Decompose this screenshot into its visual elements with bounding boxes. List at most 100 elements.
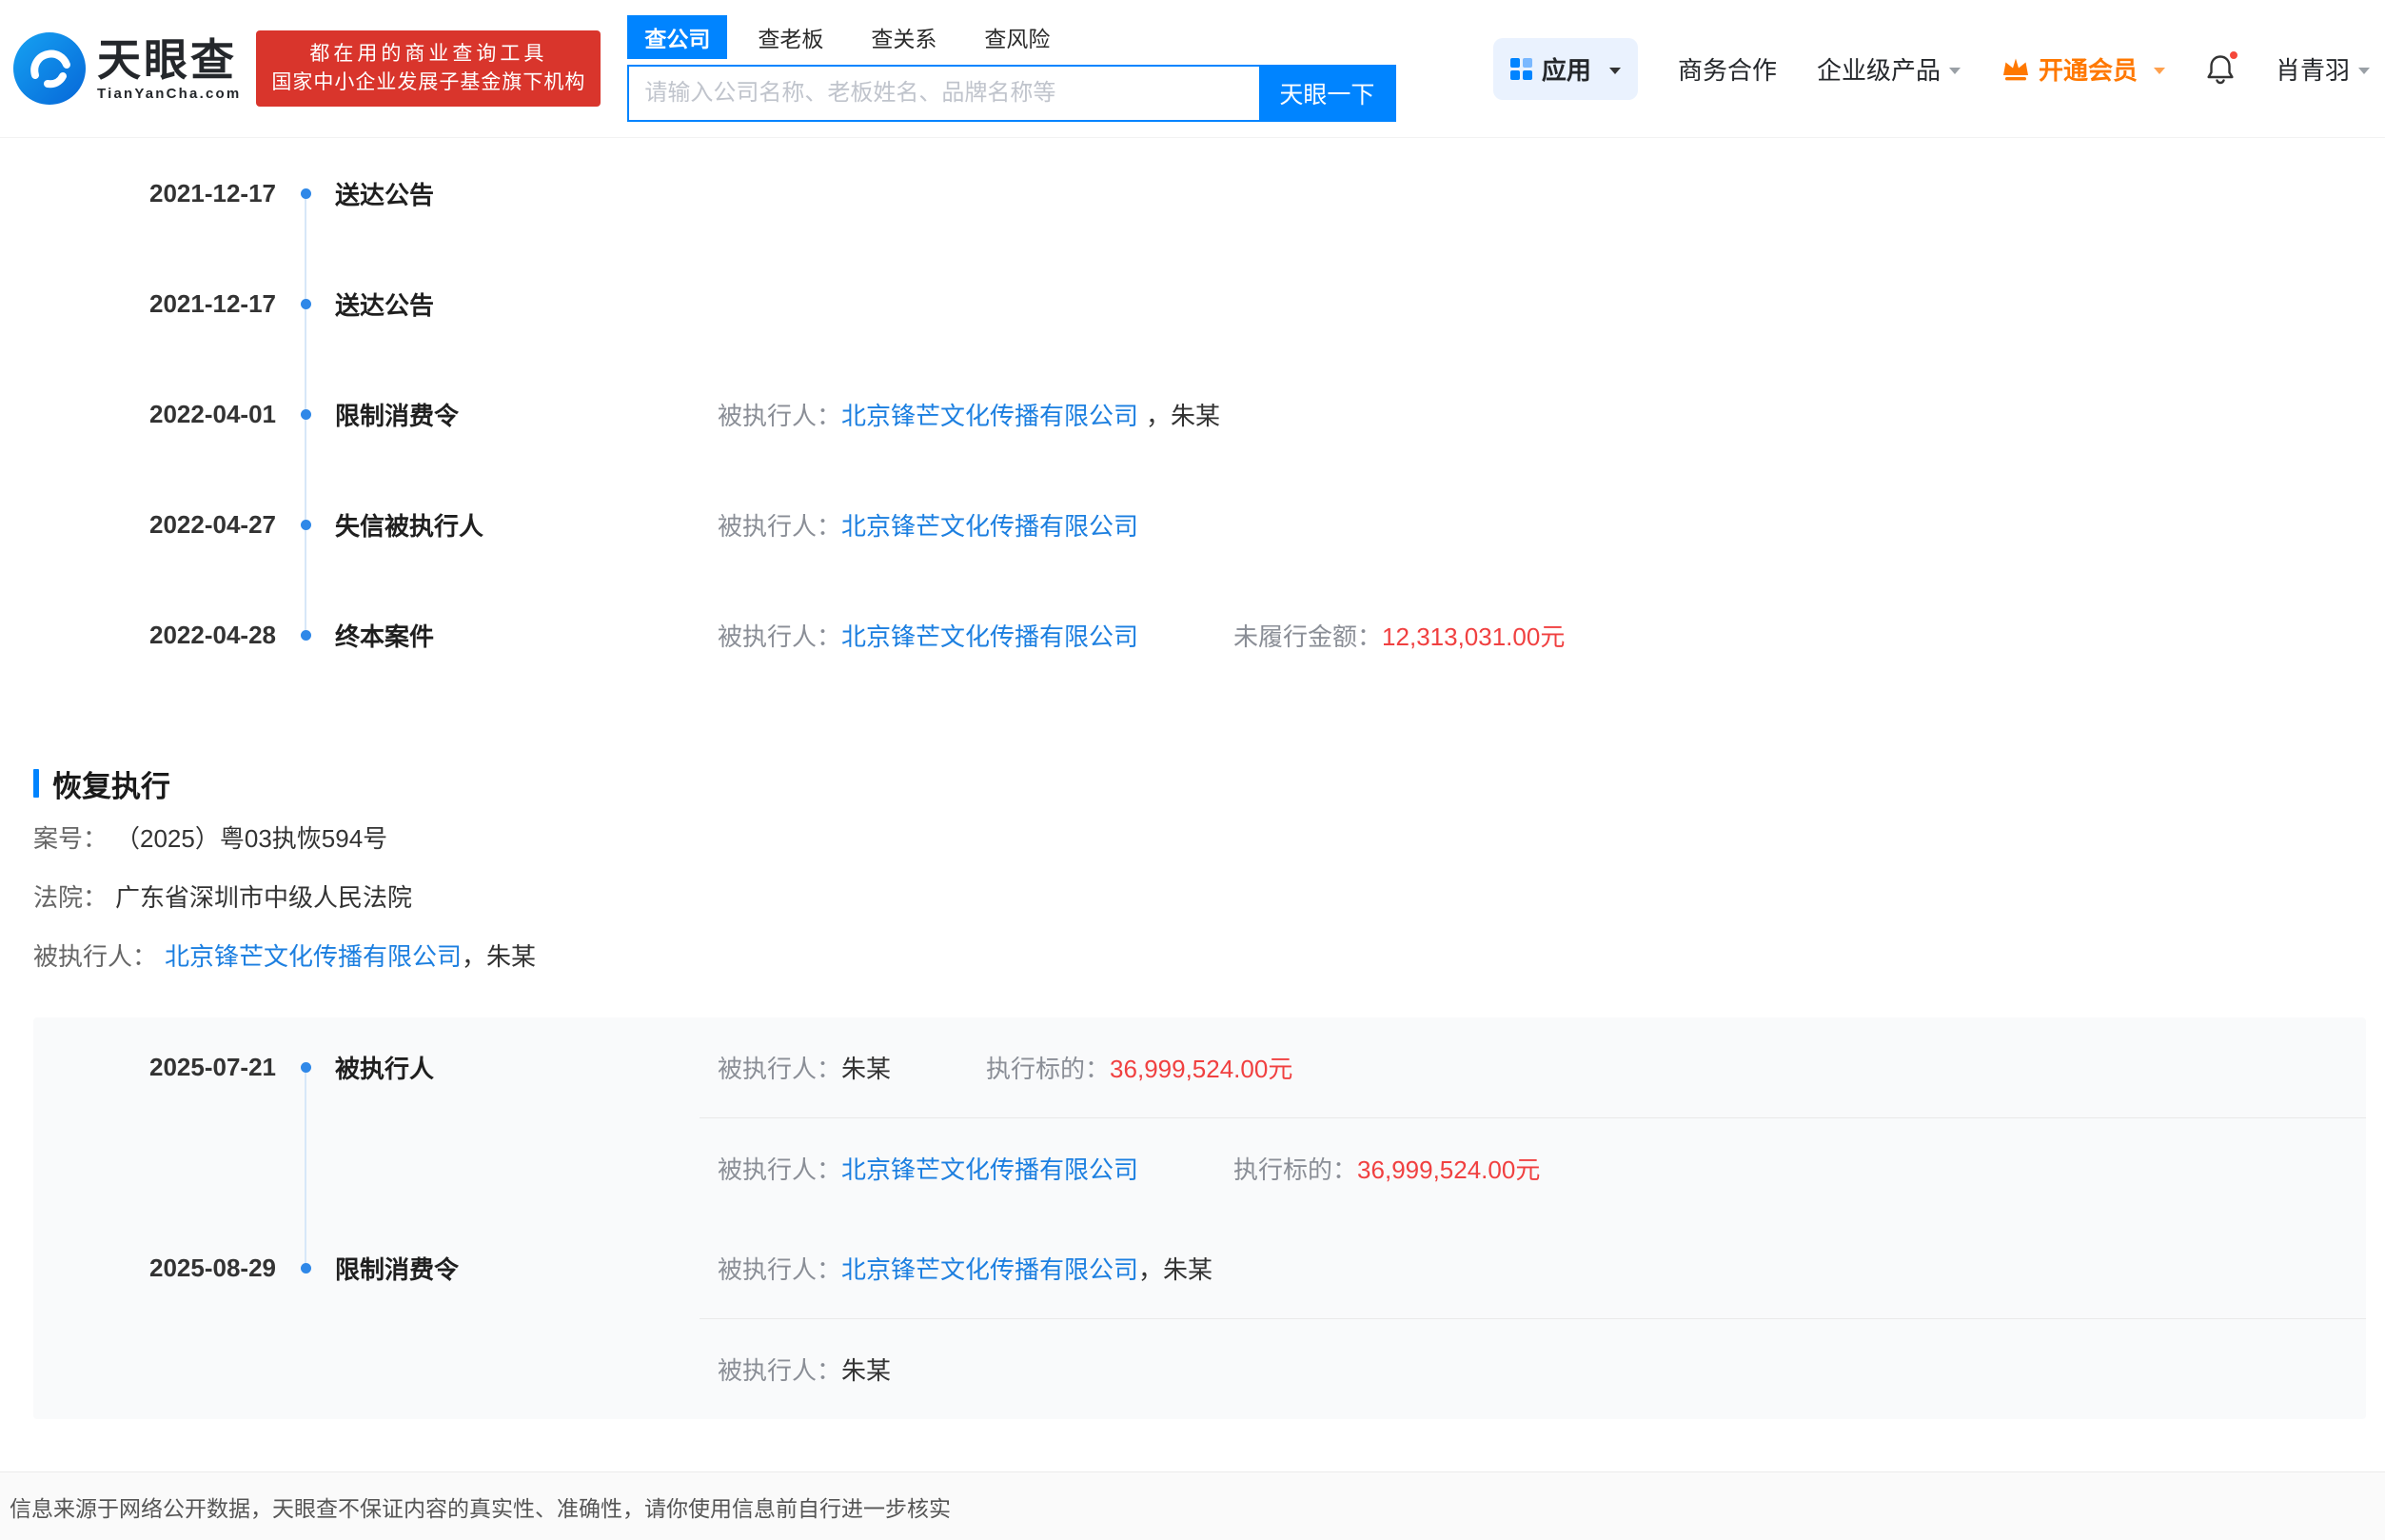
event-content: 被执行人： 北京锋芒文化传播有限公司 未履行金额： 12,313,031.00元 xyxy=(718,618,2366,653)
notification-dot xyxy=(2228,49,2239,61)
tab-search-company[interactable]: 查公司 xyxy=(627,15,727,59)
chevron-down-icon xyxy=(1949,68,1961,74)
apps-menu-button[interactable]: 应用 xyxy=(1493,38,1638,100)
search-area: 查公司 查老板 查关系 查风险 天眼一下 xyxy=(627,15,1396,122)
tab-search-relation[interactable]: 查关系 xyxy=(871,15,936,59)
court-line: 法院： 广东省深圳市中级人民法院 xyxy=(33,879,2366,917)
chevron-down-icon xyxy=(2358,68,2370,74)
nav-enterprise-products[interactable]: 企业级产品 xyxy=(1817,51,1961,87)
section-title-resume-execution: 恢复执行 xyxy=(33,768,2366,799)
executed-person-label: 被执行人： xyxy=(718,1151,841,1186)
disclaimer-text: 信息来源于网络公开数据，天眼查不保证内容的真实性、准确性，请你使用信息前自行进一… xyxy=(10,1491,951,1523)
event-date: 2022-04-01 xyxy=(33,400,276,429)
user-menu[interactable]: 肖青羽 xyxy=(2276,51,2370,87)
timeline-dot-icon xyxy=(301,299,311,309)
search-input[interactable] xyxy=(629,67,1259,120)
brand-domain: TianYanCha.com xyxy=(97,86,241,102)
timeline-dot-icon xyxy=(301,630,311,641)
timeline-subrow: 被执行人： 北京锋芒文化传播有限公司 执行标的： 36,999,524.00元 xyxy=(33,1118,2366,1218)
chevron-down-icon xyxy=(2154,68,2165,74)
execution-history-timeline: 2021-12-17 送达公告 2021-12-17 送达公告 2022-04-… xyxy=(33,138,2366,690)
notification-bell-button[interactable] xyxy=(2205,52,2236,85)
event-date: 2025-08-29 xyxy=(33,1254,276,1283)
timeline-dot-icon xyxy=(301,188,311,199)
search-bar: 天眼一下 xyxy=(627,65,1396,122)
executed-person-label: 被执行人： xyxy=(33,938,157,976)
event-content: 被执行人： 北京锋芒文化传播有限公司 ，朱某 xyxy=(718,1251,2366,1286)
event-date: 2021-12-17 xyxy=(33,179,276,208)
event-content: 被执行人： 北京锋芒文化传播有限公司 xyxy=(718,507,2366,543)
event-date: 2022-04-27 xyxy=(33,510,276,540)
case-number-label: 案号： xyxy=(33,819,108,858)
event-title: 送达公告 xyxy=(335,176,718,211)
executed-person-label: 被执行人： xyxy=(718,507,841,543)
timeline-dot-icon xyxy=(301,520,311,530)
event-content: 被执行人： 北京锋芒文化传播有限公司 执行标的： 36,999,524.00元 xyxy=(718,1151,2366,1186)
slogan-line-1: 都在用的商业查询工具 xyxy=(271,40,585,69)
logo[interactable]: 天眼查 TianYanCha.com xyxy=(13,32,241,105)
executed-person-label: 被执行人： xyxy=(718,1251,841,1286)
event-title: 送达公告 xyxy=(335,286,718,322)
timeline-row: 2022-04-01 限制消费令 被执行人： 北京锋芒文化传播有限公司 ，朱某 xyxy=(33,359,2366,469)
section-title-text: 恢复执行 xyxy=(52,762,170,805)
execution-target-label: 执行标的： xyxy=(986,1050,1110,1085)
timeline-row: 2025-07-21 被执行人 被执行人： 朱某 执行标的： 36,999,52… xyxy=(33,1017,2366,1117)
co-executed-person: ，朱某 xyxy=(462,938,536,976)
username: 肖青羽 xyxy=(2276,51,2350,87)
nav-business-cooperation[interactable]: 商务合作 xyxy=(1678,51,1777,87)
company-link[interactable]: 北京锋芒文化传播有限公司 xyxy=(841,507,1138,543)
timeline-row: 2021-12-17 送达公告 xyxy=(33,248,2366,359)
company-link[interactable]: 北京锋芒文化传播有限公司 xyxy=(841,1251,1138,1286)
case-number-value: （2025）粤03执恢594号 xyxy=(115,819,387,858)
event-content: 被执行人： 朱某 执行标的： 36,999,524.00元 xyxy=(718,1050,2366,1085)
execution-target-value: 36,999,524.00元 xyxy=(1110,1050,1292,1085)
event-content: 被执行人： 北京锋芒文化传播有限公司 ，朱某 xyxy=(718,397,2366,432)
company-link[interactable]: 北京锋芒文化传播有限公司 xyxy=(841,397,1138,432)
search-tabs: 查公司 查老板 查关系 查风险 xyxy=(627,15,1396,59)
timeline-dot-icon xyxy=(301,1062,311,1073)
event-title: 被执行人 xyxy=(335,1050,718,1085)
event-date: 2025-07-21 xyxy=(33,1053,276,1082)
timeline-row: 2022-04-28 终本案件 被执行人： 北京锋芒文化传播有限公司 未履行金额… xyxy=(33,580,2366,690)
unfulfilled-amount-value: 12,313,031.00元 xyxy=(1382,618,1565,653)
event-date: 2022-04-28 xyxy=(33,621,276,650)
nav-open-vip[interactable]: 开通会员 xyxy=(2001,51,2165,87)
brand-name: 天眼查 xyxy=(97,36,241,84)
executed-person-value: 朱某 xyxy=(841,1050,891,1085)
executed-person-line: 被执行人： 北京锋芒文化传播有限公司 ，朱某 xyxy=(33,938,2366,976)
page: { "colors": { "accent_blue": "#0084FF", … xyxy=(0,0,2385,1540)
header-right-nav: 应用 商务合作 企业级产品 开通会员 肖青羽 xyxy=(1493,38,2370,100)
execution-target-value: 36,999,524.00元 xyxy=(1357,1151,1540,1186)
co-executed-person: ，朱某 xyxy=(1146,397,1220,432)
company-link[interactable]: 北京锋芒文化传播有限公司 xyxy=(165,938,462,976)
co-executed-person: ，朱某 xyxy=(1138,1251,1212,1286)
company-link[interactable]: 北京锋芒文化传播有限公司 xyxy=(841,618,1138,653)
tab-search-risk[interactable]: 查风险 xyxy=(984,15,1050,59)
timeline-dot-icon xyxy=(301,409,311,420)
logo-text: 天眼查 TianYanCha.com xyxy=(97,36,241,102)
section-accent-bar xyxy=(33,769,39,798)
nav-enterprise-products-label: 企业级产品 xyxy=(1817,51,1941,87)
timeline-dot-icon xyxy=(301,1263,311,1273)
chevron-down-icon xyxy=(1609,68,1621,74)
apps-label: 应用 xyxy=(1542,51,1591,87)
main-content: 2021-12-17 送达公告 2021-12-17 送达公告 2022-04-… xyxy=(0,138,2385,1419)
timeline-row: 2022-04-27 失信被执行人 被执行人： 北京锋芒文化传播有限公司 xyxy=(33,469,2366,580)
search-button[interactable]: 天眼一下 xyxy=(1259,67,1394,120)
slogan-line-2: 国家中小企业发展子基金旗下机构 xyxy=(271,69,585,97)
timeline-subrow: 被执行人： 朱某 xyxy=(33,1319,2366,1419)
timeline-row: 2021-12-17 送达公告 xyxy=(33,138,2366,248)
executed-person-label: 被执行人： xyxy=(718,1050,841,1085)
company-link[interactable]: 北京锋芒文化传播有限公司 xyxy=(841,1151,1138,1186)
event-title: 限制消费令 xyxy=(335,1251,718,1286)
slogan-badge: 都在用的商业查询工具 国家中小企业发展子基金旗下机构 xyxy=(256,30,601,107)
court-label: 法院： xyxy=(33,879,108,917)
court-value: 广东省深圳市中级人民法院 xyxy=(115,879,412,917)
unfulfilled-amount-label: 未履行金额： xyxy=(1233,618,1382,653)
event-title: 失信被执行人 xyxy=(335,507,718,543)
footer: 信息来源于网络公开数据，天眼查不保证内容的真实性、准确性，请你使用信息前自行进一… xyxy=(0,1471,2385,1540)
timeline-row: 2025-08-29 限制消费令 被执行人： 北京锋芒文化传播有限公司 ，朱某 xyxy=(33,1218,2366,1318)
executed-person-label: 被执行人： xyxy=(718,1352,841,1387)
header: 天眼查 TianYanCha.com 都在用的商业查询工具 国家中小企业发展子基… xyxy=(0,0,2385,138)
tab-search-boss[interactable]: 查老板 xyxy=(758,15,823,59)
